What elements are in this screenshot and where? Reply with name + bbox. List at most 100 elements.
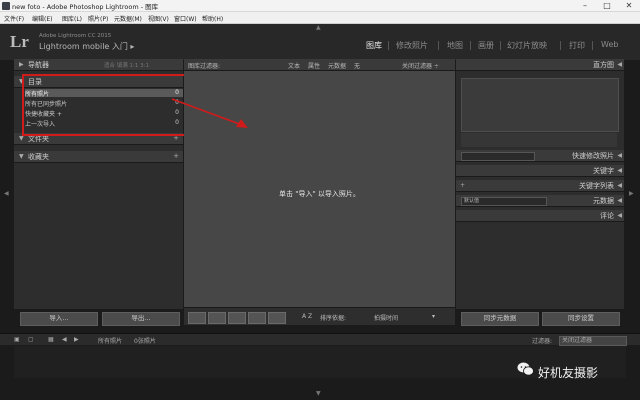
library-toolbar: A Z 排序依据: 拍摄时间 ▾ bbox=[184, 307, 455, 325]
collapse-triangle-icon: ◀ bbox=[617, 182, 622, 189]
metadata-preset-select[interactable]: 默认值 bbox=[461, 197, 547, 206]
quick-develop-label: 快速修改照片 bbox=[572, 152, 614, 160]
filter-bar-label: 图库过滤器: bbox=[188, 63, 221, 70]
navigator-zoom-options[interactable]: 适合 填满 1:1 3:1 bbox=[104, 61, 149, 69]
collapse-triangle-icon: ◀ bbox=[617, 197, 622, 204]
az-sort-icon[interactable]: A Z bbox=[302, 313, 312, 320]
collapse-triangle-icon: ◀ bbox=[617, 152, 622, 159]
module-picker: 图库 修改照片 地图 画册 幻灯片放映 打印 Web bbox=[360, 40, 636, 52]
filmstrip-bar: ▣ ▢ ▦ ◀ ▶ 所有照片 0张照片 过滤器: 关闭过滤器 bbox=[0, 333, 640, 346]
secondary-display-icon[interactable]: ▢ bbox=[28, 336, 34, 343]
export-button[interactable]: 导出... bbox=[102, 312, 180, 326]
library-filter-bar: 图库过滤器: 文本 属性 元数据 无 关闭过滤器 ÷ bbox=[184, 59, 455, 71]
sort-select[interactable]: 拍摄时间 bbox=[374, 313, 398, 322]
histogram-header[interactable]: 直方图 ◀ bbox=[456, 59, 624, 71]
back-arrow-icon[interactable]: ◀ bbox=[62, 336, 67, 343]
plus-icon[interactable]: + bbox=[173, 152, 179, 160]
metadata-label: 元数据 bbox=[593, 197, 614, 205]
lightroom-mobile-link[interactable]: Lightroom mobile 入门 ▸ bbox=[39, 41, 134, 52]
menu-file[interactable]: 文件(F) bbox=[4, 14, 24, 23]
histogram-info bbox=[461, 133, 617, 147]
lightroom-logo: Lr bbox=[10, 32, 29, 51]
menu-library[interactable]: 图库(L) bbox=[62, 14, 82, 23]
filter-metadata-tab[interactable]: 元数据 bbox=[328, 61, 346, 70]
brand-line: Adobe Lightroom CC 2015 bbox=[39, 33, 112, 39]
minimize-icon[interactable]: – bbox=[574, 0, 596, 11]
bottom-panel-toggle-icon[interactable]: ▼ bbox=[316, 390, 321, 397]
forward-arrow-icon[interactable]: ▶ bbox=[74, 336, 79, 343]
grid-view-icon[interactable] bbox=[188, 312, 206, 324]
navigator-header[interactable]: ▶ 导航器 适合 填满 1:1 3:1 bbox=[14, 59, 183, 71]
highlight-box bbox=[22, 74, 189, 136]
comments-header[interactable]: 评论 ◀ bbox=[456, 210, 624, 222]
collapse-triangle-icon: ◀ bbox=[617, 61, 622, 68]
toolbar-menu-icon[interactable]: ▾ bbox=[432, 313, 435, 320]
watermark-text: 好机友摄影 bbox=[538, 366, 599, 380]
maximize-icon[interactable]: □ bbox=[596, 0, 618, 11]
filmstrip[interactable] bbox=[14, 346, 626, 378]
menu-window[interactable]: 窗口(W) bbox=[174, 14, 197, 23]
empty-grid-message: 单击 "导入" 以导入照片。 bbox=[279, 190, 360, 198]
sync-metadata-button[interactable]: 同步元数据 bbox=[461, 312, 539, 326]
filter-preset-select[interactable]: 关闭过滤器 ÷ bbox=[402, 61, 439, 70]
wechat-icon bbox=[517, 362, 534, 376]
module-develop[interactable]: 修改照片 bbox=[396, 40, 428, 51]
keyword-list-label: 关键字列表 bbox=[579, 182, 614, 190]
sort-label: 排序依据: bbox=[320, 315, 347, 322]
module-library[interactable]: 图库 bbox=[366, 40, 382, 51]
menu-help[interactable]: 帮助(H) bbox=[202, 14, 223, 23]
histogram bbox=[461, 78, 619, 132]
collections-header[interactable]: ▼ 收藏夹 + bbox=[14, 151, 183, 163]
collections-label: 收藏夹 bbox=[28, 153, 49, 161]
secondary-window-icon[interactable]: ▣ bbox=[14, 336, 20, 343]
menu-photo[interactable]: 照片(P) bbox=[88, 14, 108, 23]
filmstrip-count: 0张照片 bbox=[134, 338, 156, 345]
expand-triangle-icon: ▼ bbox=[19, 135, 24, 142]
survey-view-icon[interactable] bbox=[248, 312, 266, 324]
collapse-triangle-icon: ◀ bbox=[617, 167, 622, 174]
close-icon[interactable]: ✕ bbox=[618, 0, 640, 11]
filmstrip-filter-select[interactable]: 关闭过滤器 bbox=[559, 336, 627, 346]
keywording-label: 关键字 bbox=[593, 167, 614, 175]
left-panel-toggle-icon[interactable]: ◀ bbox=[4, 190, 9, 197]
navigator-label: 导航器 bbox=[28, 61, 49, 69]
module-web[interactable]: Web bbox=[601, 40, 618, 49]
people-view-icon[interactable] bbox=[268, 312, 286, 324]
grid-small-icon[interactable]: ▦ bbox=[48, 336, 54, 343]
menu-view[interactable]: 视图(V) bbox=[148, 14, 169, 23]
keyword-list-header[interactable]: + 关键字列表 ◀ bbox=[456, 180, 624, 192]
quick-develop-header[interactable]: 快速修改照片 ◀ bbox=[456, 150, 624, 162]
module-book[interactable]: 画册 bbox=[478, 40, 494, 51]
annotation-arrow bbox=[171, 98, 248, 128]
menu-metadata[interactable]: 元数据(M) bbox=[114, 14, 142, 23]
import-button[interactable]: 导入... bbox=[20, 312, 98, 326]
app-icon bbox=[2, 2, 10, 10]
module-slideshow[interactable]: 幻灯片放映 bbox=[507, 40, 547, 51]
window-titlebar: new foto - Adobe Photoshop Lightroom - 图… bbox=[0, 0, 640, 12]
filmstrip-filter-label: 过滤器: bbox=[532, 338, 553, 345]
right-panel: 直方图 ◀ 快速修改照片 ◀ 关键字 ◀ + 关键字列表 ◀ 默认值 元数据 ◀… bbox=[456, 59, 624, 326]
compare-view-icon[interactable] bbox=[228, 312, 246, 324]
filter-none-tab[interactable]: 无 bbox=[354, 61, 360, 70]
window-title: new foto - Adobe Photoshop Lightroom - 图… bbox=[12, 3, 159, 11]
menu-edit[interactable]: 编辑(E) bbox=[32, 14, 52, 23]
collapse-triangle-icon: ◀ bbox=[617, 212, 622, 219]
right-panel-toggle-icon[interactable]: ▶ bbox=[629, 190, 634, 197]
filter-text-tab[interactable]: 文本 bbox=[288, 61, 300, 70]
menu-bar: 文件(F) 编辑(E) 图库(L) 照片(P) 元数据(M) 视图(V) 窗口(… bbox=[0, 12, 640, 24]
collapse-triangle-icon: ▶ bbox=[19, 61, 24, 68]
filter-attribute-tab[interactable]: 属性 bbox=[308, 61, 320, 70]
top-panel-toggle-icon[interactable]: ▲ bbox=[316, 24, 321, 31]
plus-icon[interactable]: + bbox=[460, 182, 465, 189]
histogram-label: 直方图 bbox=[593, 61, 614, 69]
module-map[interactable]: 地图 bbox=[447, 40, 463, 51]
quick-develop-slot bbox=[461, 152, 535, 161]
module-print[interactable]: 打印 bbox=[569, 40, 585, 51]
comments-label: 评论 bbox=[600, 212, 614, 220]
sync-settings-button[interactable]: 同步设置 bbox=[542, 312, 620, 326]
metadata-header[interactable]: 默认值 元数据 ◀ bbox=[456, 195, 624, 207]
filmstrip-source[interactable]: 所有照片 bbox=[98, 336, 122, 345]
loupe-view-icon[interactable] bbox=[208, 312, 226, 324]
keywording-header[interactable]: 关键字 ◀ bbox=[456, 165, 624, 177]
expand-triangle-icon: ▼ bbox=[19, 153, 24, 160]
